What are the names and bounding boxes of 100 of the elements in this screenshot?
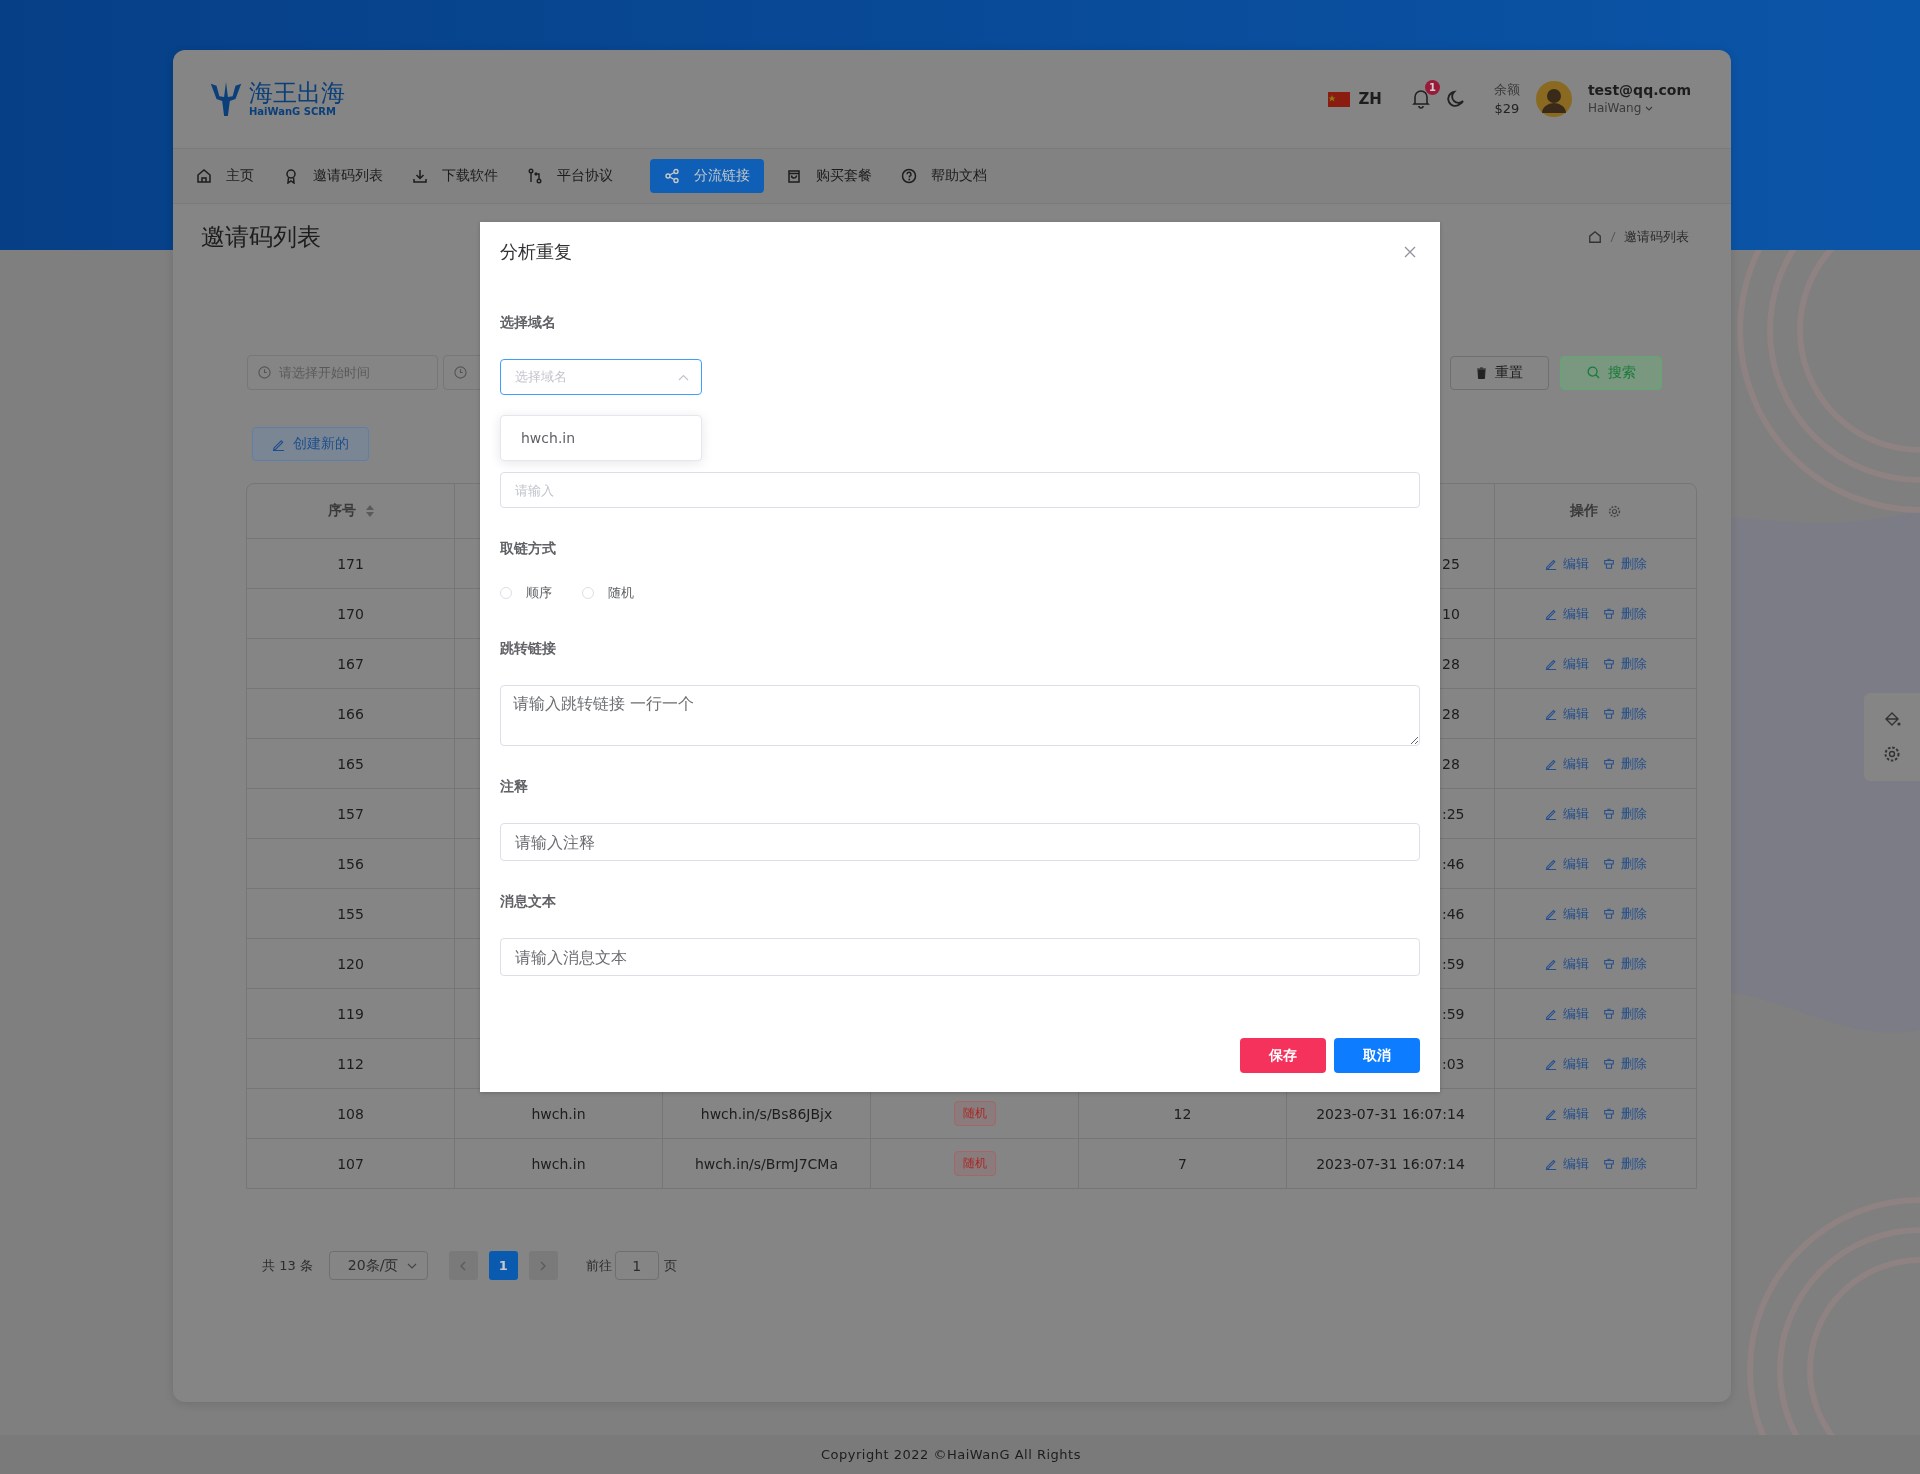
radio-option[interactable]: 顺序 <box>500 584 552 602</box>
delete-link[interactable]: 删除 <box>1602 904 1647 923</box>
save-button[interactable]: 保存 <box>1240 1038 1326 1073</box>
edit-link[interactable]: 编辑 <box>1544 904 1589 923</box>
delete-link[interactable]: 删除 <box>1602 554 1647 573</box>
chevron-right-icon <box>539 1260 548 1271</box>
table-cell: :59 <box>1442 1005 1465 1022</box>
nav-item[interactable]: 主页 <box>196 160 269 192</box>
delete-link[interactable]: 删除 <box>1602 804 1647 823</box>
table-cell: 28 <box>1442 755 1460 772</box>
trash-icon <box>1602 607 1615 620</box>
trash-icon <box>1602 757 1615 770</box>
nav-item[interactable]: 邀请码列表 <box>283 160 398 192</box>
moon-icon[interactable] <box>1445 89 1466 109</box>
trash-icon <box>1476 366 1487 379</box>
notification-badge: 1 <box>1424 80 1440 95</box>
domain-select[interactable]: 选择域名 <box>500 359 702 395</box>
table-cell: :25 <box>1442 805 1465 822</box>
nav-item[interactable]: 分流链接 <box>650 159 764 193</box>
edit-link[interactable]: 编辑 <box>1544 854 1589 873</box>
trash-icon <box>1602 1157 1615 1170</box>
table-cell: 7 <box>1079 1139 1287 1188</box>
page-title: 邀请码列表 <box>201 221 321 253</box>
language-menu[interactable]: ZH <box>1328 90 1382 108</box>
edit-link[interactable]: 编辑 <box>1544 1054 1589 1073</box>
edit-link[interactable]: 编辑 <box>1544 754 1589 773</box>
nav-item[interactable]: 帮助文档 <box>901 160 1002 192</box>
reset-button[interactable]: 重置 <box>1450 355 1549 390</box>
user-email: test@qq.com <box>1587 81 1691 99</box>
table-cell: :59 <box>1442 955 1465 972</box>
home-icon <box>196 168 212 184</box>
pencil-icon <box>1544 607 1557 620</box>
bell-icon[interactable] <box>1411 89 1430 109</box>
sort-icon[interactable] <box>365 505 374 517</box>
branch-icon <box>527 168 543 184</box>
radio-option[interactable]: 随机 <box>582 584 634 602</box>
field-label: 注释 <box>500 777 528 796</box>
delete-link[interactable]: 删除 <box>1602 604 1647 623</box>
delete-link[interactable]: 删除 <box>1602 954 1647 973</box>
edit-link[interactable]: 编辑 <box>1544 804 1589 823</box>
user-name[interactable]: HaiWang <box>1587 99 1642 117</box>
table-cell: 157 <box>247 789 455 838</box>
nav-item[interactable]: 购买套餐 <box>786 160 887 192</box>
caret-icon[interactable] <box>1645 105 1654 111</box>
ribbon-icon <box>283 168 299 184</box>
settings-icon[interactable] <box>1883 745 1901 763</box>
delete-link[interactable]: 删除 <box>1602 704 1647 723</box>
table-cell: 25 <box>1442 555 1460 572</box>
pencil-icon <box>1544 1107 1557 1120</box>
edit-link[interactable]: 编辑 <box>1544 1004 1589 1023</box>
close-icon[interactable] <box>1404 246 1416 258</box>
download-icon <box>412 168 428 184</box>
edit-link[interactable]: 编辑 <box>1544 1154 1589 1173</box>
delete-link[interactable]: 删除 <box>1602 1004 1647 1023</box>
table-cell: :03 <box>1442 1055 1465 1072</box>
input-field[interactable]: 请输入消息文本 <box>500 938 1420 976</box>
settings-icon[interactable] <box>1608 504 1621 518</box>
search-button[interactable]: 搜索 <box>1560 355 1662 390</box>
delete-link[interactable]: 删除 <box>1602 1104 1647 1123</box>
share-icon <box>664 168 680 184</box>
nav-item[interactable]: 平台协议 <box>527 160 628 192</box>
table-cell: 28 <box>1442 655 1460 672</box>
edit-link[interactable]: 编辑 <box>1544 704 1589 723</box>
field-label: 消息文本 <box>500 892 556 911</box>
help-icon <box>901 168 917 184</box>
clock-icon <box>454 366 467 379</box>
text-area[interactable]: 请输入跳转链接 一行一个 <box>500 685 1420 746</box>
table-cell: 167 <box>247 639 455 688</box>
page-input[interactable]: 1 <box>614 1251 659 1280</box>
table-cell: 28 <box>1442 705 1460 722</box>
avatar[interactable] <box>1535 81 1572 117</box>
field-label: 选择域名 <box>500 313 556 332</box>
page-size-select[interactable]: 20条/页 <box>328 1251 428 1280</box>
edit-link[interactable]: 编辑 <box>1544 604 1589 623</box>
nav-item[interactable]: 下载软件 <box>412 160 513 192</box>
delete-link[interactable]: 删除 <box>1602 1154 1647 1173</box>
edit-link[interactable]: 编辑 <box>1544 554 1589 573</box>
table-cell: 170 <box>247 589 455 638</box>
delete-link[interactable]: 删除 <box>1602 654 1647 673</box>
cancel-button[interactable]: 取消 <box>1334 1038 1420 1073</box>
pencil-icon <box>1544 857 1557 870</box>
dropdown-option[interactable]: hwch.in <box>521 430 576 446</box>
edit-link[interactable]: 编辑 <box>1544 954 1589 973</box>
delete-link[interactable]: 删除 <box>1602 1054 1647 1073</box>
create-button[interactable]: 创建新的 <box>252 427 369 461</box>
home-icon[interactable] <box>1588 229 1602 244</box>
table-cell: :46 <box>1442 855 1465 872</box>
trash-icon <box>1602 857 1615 870</box>
input-field[interactable]: 请输入注释 <box>500 823 1420 861</box>
balance-value: $29 <box>1494 100 1520 118</box>
balance-label: 余额 <box>1493 81 1520 99</box>
page-button[interactable]: 1 <box>488 1251 518 1280</box>
column-header[interactable]: 序号 <box>247 484 455 538</box>
edit-link[interactable]: 编辑 <box>1544 1104 1589 1123</box>
edit-link[interactable]: 编辑 <box>1544 654 1589 673</box>
goto-label: 前往 <box>585 1256 612 1275</box>
delete-link[interactable]: 删除 <box>1602 854 1647 873</box>
table-cell: 166 <box>247 689 455 738</box>
input-field[interactable]: 请输入 <box>500 472 1420 508</box>
delete-link[interactable]: 删除 <box>1602 754 1647 773</box>
